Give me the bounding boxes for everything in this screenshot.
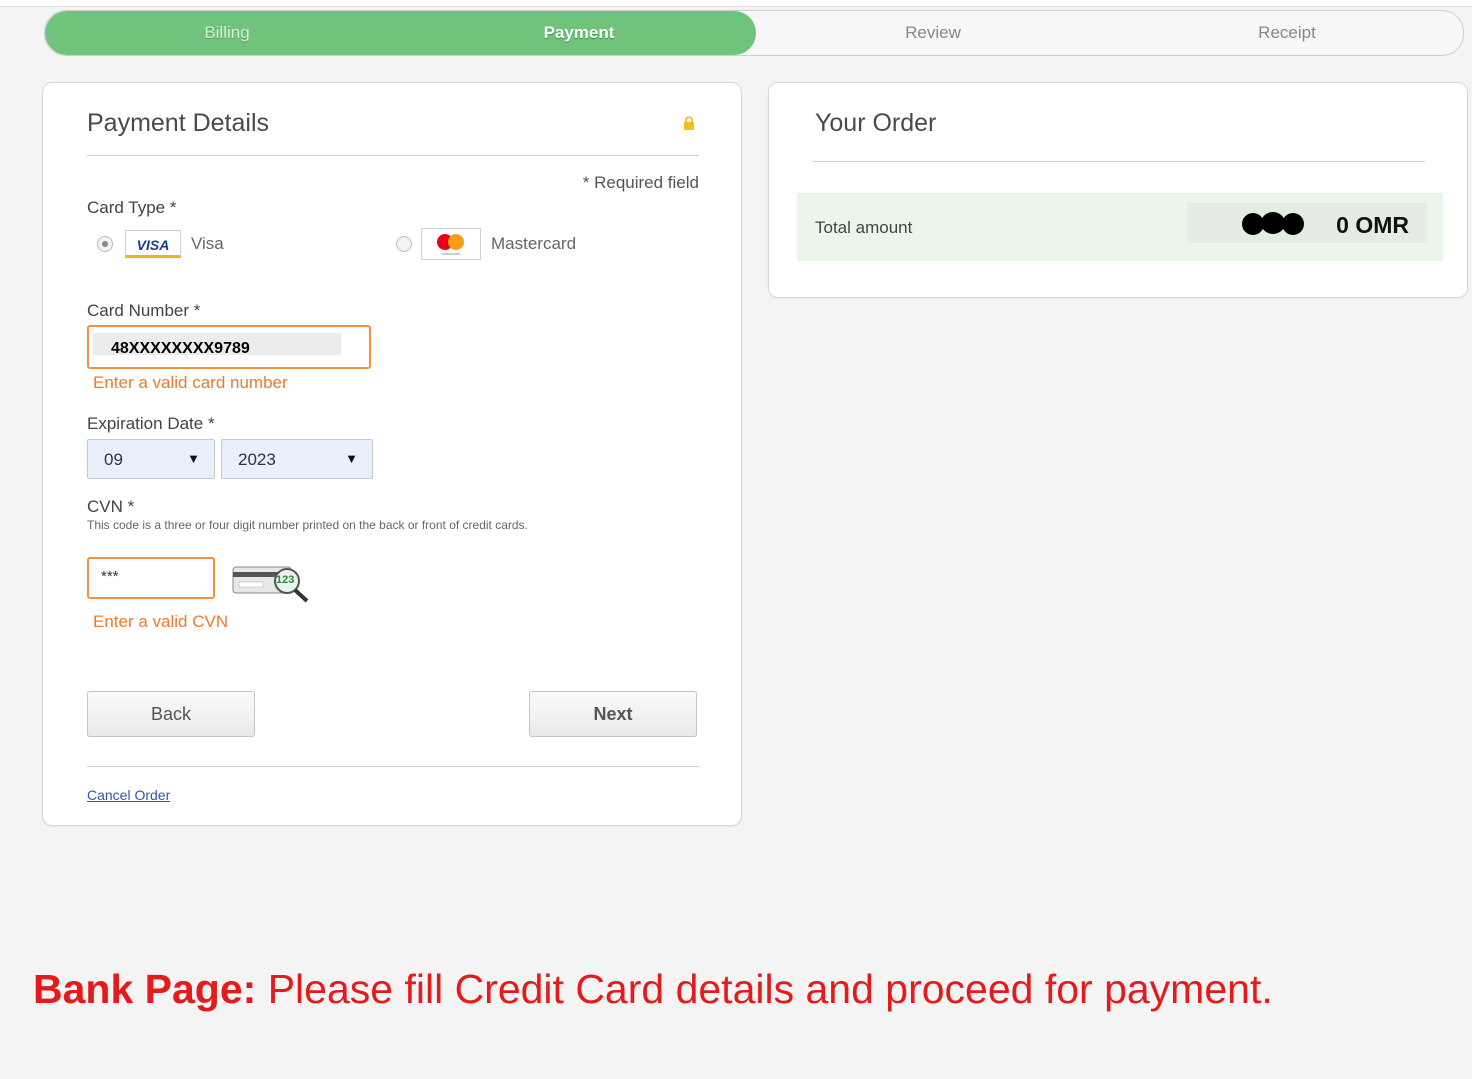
exp-year-value: 2023 xyxy=(238,450,276,469)
your-order-title: Your Order xyxy=(815,109,937,137)
step-review: Review xyxy=(905,23,961,42)
your-order-panel: Your Order Total amount 0 OMR xyxy=(768,82,1468,298)
step-billing: Billing xyxy=(204,23,250,42)
payment-details-panel: Payment Details * Required field Card Ty… xyxy=(42,82,742,826)
caption-bold: Bank Page: xyxy=(33,966,257,1012)
total-amount-label: Total amount xyxy=(815,218,913,237)
step-payment: Payment xyxy=(543,23,615,42)
payment-details-title: Payment Details xyxy=(87,109,270,137)
mastercard-label[interactable]: Mastercard xyxy=(491,234,576,254)
caption-text: Please fill Credit Card details and proc… xyxy=(256,966,1273,1012)
cvn-input[interactable]: *** xyxy=(87,557,215,599)
required-field-note: * Required field xyxy=(582,173,699,192)
mastercard-logo xyxy=(421,228,481,260)
card-number-label: Card Number * xyxy=(87,301,201,320)
checkout-progress: Billing Payment Review Receipt xyxy=(44,10,1464,56)
cvn-error: Enter a valid CVN xyxy=(93,612,229,631)
cvn-icon-digits: 123 xyxy=(276,574,295,586)
radio-mastercard[interactable] xyxy=(396,236,412,252)
next-button[interactable]: Next xyxy=(529,691,697,737)
footer-divider xyxy=(87,766,699,767)
step-receipt: Receipt xyxy=(1258,23,1316,42)
cvn-help-text: This code is a three or four digit numbe… xyxy=(87,518,528,532)
total-amount-row: Total amount 0 OMR xyxy=(797,193,1443,261)
total-amount-value: 0 OMR xyxy=(1336,212,1409,238)
top-border xyxy=(0,0,1472,7)
back-button[interactable]: Back xyxy=(87,691,255,737)
exp-year-select[interactable]: 2023 ▼ xyxy=(221,439,373,479)
total-amount-box: 0 OMR xyxy=(1187,203,1427,243)
visa-logo: VISA xyxy=(125,230,181,258)
chevron-down-icon: ▼ xyxy=(345,451,358,466)
cvn-card-icon: 123 xyxy=(231,561,321,603)
card-number-error: Enter a valid card number xyxy=(93,373,288,392)
cvn-label: CVN * xyxy=(87,497,135,516)
exp-month-value: 09 xyxy=(104,450,123,469)
card-type-label: Card Type * xyxy=(87,198,177,217)
title-divider xyxy=(87,155,699,156)
cancel-order-link[interactable]: Cancel Order xyxy=(87,787,170,803)
visa-label[interactable]: Visa xyxy=(191,234,224,254)
card-number-value: 48XXXXXXXX9789 xyxy=(111,340,250,357)
lock-icon xyxy=(684,116,694,130)
radio-visa[interactable] xyxy=(97,236,113,252)
exp-month-select[interactable]: 09 ▼ xyxy=(87,439,215,479)
chevron-down-icon: ▼ xyxy=(187,451,200,466)
expiration-label: Expiration Date * xyxy=(87,414,215,433)
redaction-mark xyxy=(1242,212,1304,235)
card-number-input[interactable]: 48XXXXXXXX9789 xyxy=(87,325,371,369)
mastercard-icon xyxy=(437,234,464,255)
cvn-value: *** xyxy=(101,568,119,585)
instruction-caption: Bank Page: Please fill Credit Card detai… xyxy=(33,966,1273,1013)
order-divider xyxy=(813,161,1425,162)
